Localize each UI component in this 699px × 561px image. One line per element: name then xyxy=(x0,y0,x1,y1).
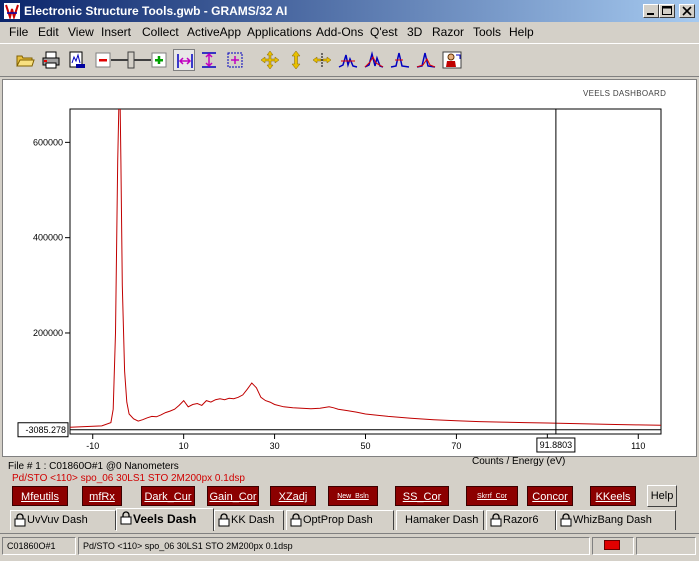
toolbar xyxy=(0,43,699,77)
x-cursor-value: 91.8803 xyxy=(540,440,573,450)
x-axis-label: Counts / Energy (eV) xyxy=(472,456,566,467)
tab-label: Razor6 xyxy=(503,514,539,526)
menu-3d[interactable]: 3D xyxy=(407,25,422,39)
menu-add-ons[interactable]: Add-Ons xyxy=(316,25,363,39)
dashboard-label: VEELS DASHBOARD xyxy=(583,89,667,98)
minimize-icon xyxy=(647,13,654,15)
print-preview-icon[interactable] xyxy=(66,49,88,71)
maximize-button[interactable] xyxy=(659,4,675,18)
tab-label: Veels Dash xyxy=(133,512,197,526)
x-tick-label: 110 xyxy=(631,441,645,451)
tab-veels-dash[interactable]: Veels Dash xyxy=(116,508,214,531)
x-tick-label: 50 xyxy=(360,441,370,451)
x-tick-label: 10 xyxy=(179,441,189,451)
mfeutils-button[interactable]: Mfeutils xyxy=(12,486,68,506)
print-icon[interactable] xyxy=(40,49,62,71)
status-description: Pd/STO <110> spo_06 30LS1 STO 2M200px 0.… xyxy=(78,537,590,555)
dark-cur-button[interactable]: Dark_Cur xyxy=(141,486,195,506)
tab-label: Hamaker Dash xyxy=(405,514,479,526)
plot-area xyxy=(69,108,662,435)
menu-help[interactable]: Help xyxy=(509,25,534,39)
grams-app-icon[interactable] xyxy=(4,3,20,19)
menu-insert[interactable]: Insert xyxy=(101,25,131,39)
select-x-icon[interactable] xyxy=(173,49,195,71)
person-icon[interactable] xyxy=(441,49,463,71)
skrrf-cor-button[interactable]: Skrrf_Cor xyxy=(466,486,518,506)
status-panel-empty xyxy=(636,537,696,555)
menu-applications[interactable]: Applications xyxy=(247,25,312,39)
tab-hamaker-dash[interactable]: Hamaker Dash xyxy=(396,510,484,530)
tab-optprop-dash[interactable]: OptProp Dash xyxy=(286,510,394,530)
lock-icon xyxy=(218,513,230,527)
tab-label: KK Dash xyxy=(231,514,275,526)
y-cursor-value: -3085.278 xyxy=(25,425,66,435)
menu-view[interactable]: View xyxy=(68,25,94,39)
tab-whizbang-dash[interactable]: WhizBang Dash xyxy=(556,510,676,530)
peak-stack-icon[interactable] xyxy=(415,49,437,71)
peak-icon[interactable] xyxy=(337,49,359,71)
lock-icon xyxy=(560,513,572,527)
tab-label: UvVuv Dash xyxy=(27,514,88,526)
concor-button[interactable]: Concor xyxy=(527,486,573,506)
y-tick-label: 400000 xyxy=(33,233,63,243)
spectrum-chart[interactable]: 200000400000600000-101030507090110-3085.… xyxy=(3,80,696,456)
status-file: C01860O#1 xyxy=(2,537,76,555)
peak-compare-icon[interactable] xyxy=(363,49,385,71)
kkeels-button[interactable]: KKeels xyxy=(590,486,636,506)
expand-horizontal-icon[interactable] xyxy=(311,49,333,71)
tab-uvvuv-dash[interactable]: UvVuv Dash xyxy=(10,510,116,530)
y-tick-label: 600000 xyxy=(33,137,63,147)
help-button[interactable]: Help xyxy=(647,485,677,507)
ss-cor-button[interactable]: SS_Cor xyxy=(395,486,449,506)
menu-edit[interactable]: Edit xyxy=(38,25,59,39)
x-tick-label: 70 xyxy=(451,441,461,451)
menu-tools[interactable]: Tools xyxy=(473,25,501,39)
maximize-icon xyxy=(662,6,672,15)
status-bar: C01860O#1 Pd/STO <110> spo_06 30LS1 STO … xyxy=(0,533,699,561)
tab-razor6[interactable]: Razor6 xyxy=(486,510,556,530)
select-y-icon[interactable] xyxy=(198,49,220,71)
lock-icon xyxy=(290,513,302,527)
title-bar: Electronic Structure Tools.gwb - GRAMS/3… xyxy=(0,0,699,22)
minimize-button[interactable] xyxy=(643,4,659,18)
xzadj-button[interactable]: XZadj xyxy=(270,486,316,506)
gain-cor-button[interactable]: Gain_Cor xyxy=(207,486,259,506)
lock-icon xyxy=(14,513,26,527)
x-tick-label: -10 xyxy=(86,441,99,451)
menu-activeapp[interactable]: ActiveApp xyxy=(187,25,241,39)
zoom-slider[interactable] xyxy=(95,51,167,69)
mfrx-button[interactable]: mfRx xyxy=(82,486,122,506)
menu-razor[interactable]: Razor xyxy=(432,25,464,39)
select-xy-icon[interactable] xyxy=(224,49,246,71)
move-icon[interactable] xyxy=(259,49,281,71)
tab-label: WhizBang Dash xyxy=(573,514,652,526)
close-button[interactable] xyxy=(679,4,695,18)
tab-label: OptProp Dash xyxy=(303,514,373,526)
menu-bar: File Edit View Insert Collect ActiveApp … xyxy=(0,23,699,41)
file-info-line: File # 1 : C01860O#1 @0 Nanometers xyxy=(8,461,179,472)
lock-icon xyxy=(490,513,502,527)
menu-qest[interactable]: Q'est xyxy=(370,25,398,39)
file-description: Pd/STO <110> spo_06 30LS1 STO 2M200px 0.… xyxy=(12,473,245,484)
status-indicator xyxy=(604,540,620,550)
menu-collect[interactable]: Collect xyxy=(142,25,179,39)
plot-frame: 200000400000600000-101030507090110-3085.… xyxy=(2,79,697,457)
tab-kk-dash[interactable]: KK Dash xyxy=(214,510,284,530)
x-tick-label: 30 xyxy=(270,441,280,451)
lock-icon xyxy=(120,511,132,525)
window-title: Electronic Structure Tools.gwb - GRAMS/3… xyxy=(24,4,288,18)
close-icon xyxy=(682,6,692,16)
expand-vertical-icon[interactable] xyxy=(285,49,307,71)
menu-file[interactable]: File xyxy=(9,25,28,39)
open-folder-icon[interactable] xyxy=(14,49,36,71)
y-tick-label: 200000 xyxy=(33,328,63,338)
new-bsln-button[interactable]: New_Bsln xyxy=(328,486,378,506)
application-window: Electronic Structure Tools.gwb - GRAMS/3… xyxy=(0,0,699,560)
peak-overlay-icon[interactable] xyxy=(389,49,411,71)
